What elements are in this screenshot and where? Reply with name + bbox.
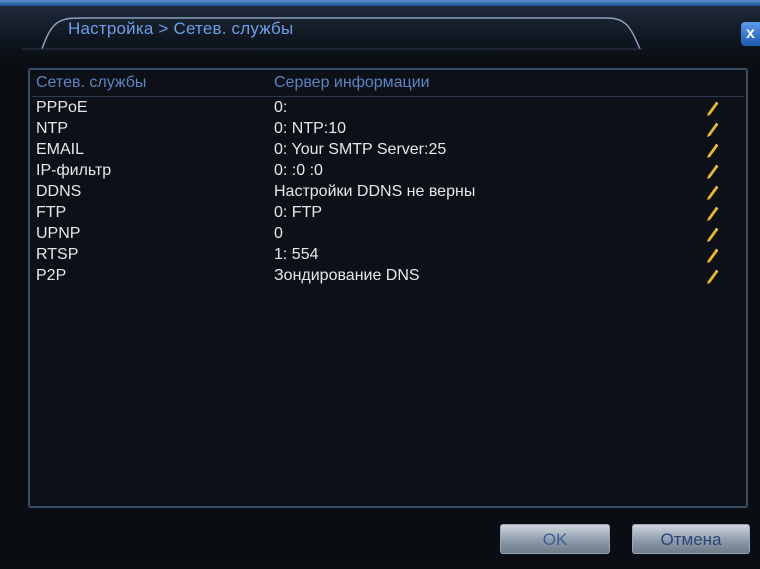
service-info: 0: Your SMTP Server:25 bbox=[274, 141, 447, 158]
column-header-info: Сервер информации bbox=[274, 74, 430, 91]
window-title: Настройка > Сетев. службы bbox=[68, 19, 294, 38]
pencil-icon[interactable] bbox=[704, 226, 720, 244]
table-row[interactable]: DDNS Настройки DDNS не верны bbox=[32, 182, 744, 203]
service-name: PPPoE bbox=[36, 99, 88, 116]
table-row[interactable]: NTP 0: NTP:10 bbox=[32, 119, 744, 140]
service-name: FTP bbox=[36, 204, 67, 221]
ok-button[interactable]: OK bbox=[500, 524, 610, 554]
service-name: RTSP bbox=[36, 246, 79, 263]
service-name: EMAIL bbox=[36, 141, 85, 158]
table-row[interactable]: EMAIL 0: Your SMTP Server:25 bbox=[32, 140, 744, 161]
table-row[interactable]: RTSP 1: 554 bbox=[32, 245, 744, 266]
service-info: Настройки DDNS не верны bbox=[274, 183, 476, 200]
pencil-icon[interactable] bbox=[704, 163, 720, 181]
service-info: Зондирование DNS bbox=[274, 267, 420, 284]
service-name: NTP bbox=[36, 120, 68, 137]
network-services-dialog: Настройка > Сетев. службы x Сетев. служб… bbox=[0, 6, 760, 569]
table-row[interactable]: IP-фильтр 0: :0 :0 bbox=[32, 161, 744, 182]
pencil-icon[interactable] bbox=[704, 100, 720, 118]
pencil-icon[interactable] bbox=[704, 184, 720, 202]
pencil-icon[interactable] bbox=[704, 121, 720, 139]
service-info: 0: NTP:10 bbox=[274, 120, 347, 137]
service-name: IP-фильтр bbox=[36, 162, 112, 179]
cancel-button[interactable]: Отмена bbox=[632, 524, 750, 554]
close-button[interactable]: x bbox=[741, 22, 760, 46]
pencil-icon[interactable] bbox=[704, 205, 720, 223]
service-info: 0 bbox=[274, 225, 283, 242]
pencil-icon[interactable] bbox=[704, 268, 720, 286]
service-info: 0: bbox=[274, 99, 288, 116]
service-info: 0: FTP bbox=[274, 204, 323, 221]
rows-container: PPPoE 0: NTP 0: NTP:10 EMAIL 0: Your SMTP Ser… bbox=[32, 98, 744, 287]
service-name: P2P bbox=[36, 267, 67, 284]
service-name: DDNS bbox=[36, 183, 82, 200]
app-root: Настройка > Сетев. службы x Сетев. служб… bbox=[0, 0, 760, 569]
service-info: 0: :0 :0 bbox=[274, 162, 323, 179]
title-bar: Настройка > Сетев. службы x bbox=[0, 6, 760, 58]
table-row[interactable]: FTP 0: FTP bbox=[32, 203, 744, 224]
table-row[interactable]: UPNP 0 bbox=[32, 224, 744, 245]
table-row[interactable]: P2P Зондирование DNS bbox=[32, 266, 744, 287]
pencil-icon[interactable] bbox=[704, 142, 720, 160]
pencil-icon[interactable] bbox=[704, 247, 720, 265]
service-name: UPNP bbox=[36, 225, 81, 242]
close-icon: x bbox=[746, 25, 755, 42]
service-info: 1: 554 bbox=[274, 246, 319, 263]
list-header: Сетев. службы Сервер информации bbox=[32, 72, 744, 97]
services-list: Сетев. службы Сервер информации PPPoE 0: N… bbox=[28, 68, 748, 508]
column-header-service: Сетев. службы bbox=[36, 74, 147, 91]
table-row[interactable]: PPPoE 0: bbox=[32, 98, 744, 119]
